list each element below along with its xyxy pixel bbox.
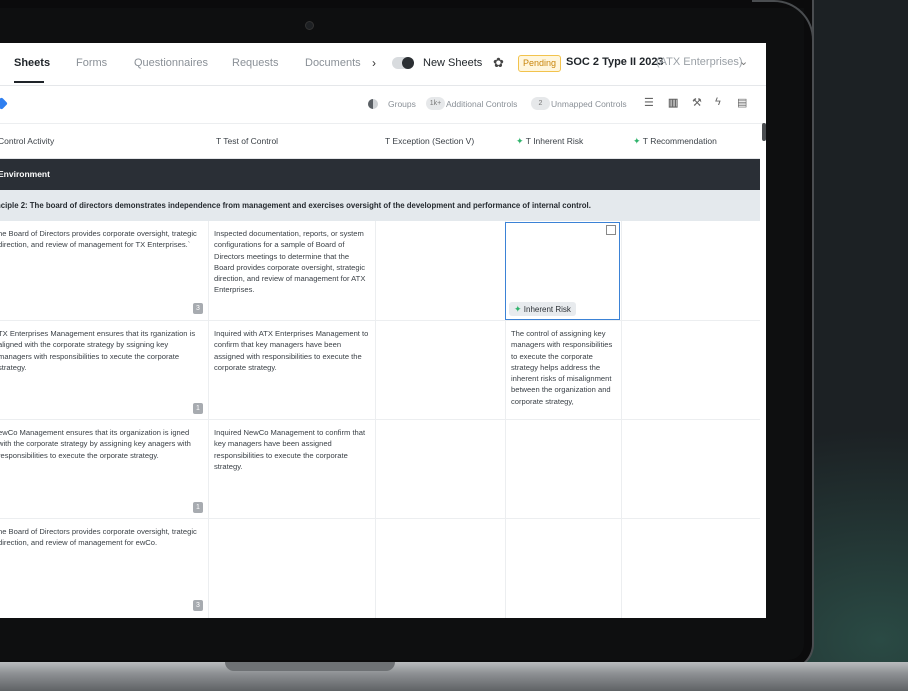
table-cell-control-activity[interactable]: he Board of Directors provides corporate… [0,228,198,251]
table-cell-test-of-control[interactable]: Inspected documentation, reports, or sys… [214,228,370,296]
table-cell-control-activity[interactable]: he Board of Directors provides corporate… [0,526,198,549]
principle-row[interactable]: nciple 2: The board of directors demonst… [0,190,760,221]
ai-sparkle-icon: ✦ [514,304,522,314]
table-cell-inherent-risk[interactable]: The control of assigning key managers wi… [511,328,619,418]
chevron-down-icon[interactable]: ⌄ [739,55,748,68]
app-screen: Sheets Forms Questionnaires Requests Doc… [0,43,766,618]
additional-count-badge: 1k+ [426,97,445,110]
column-header-recommendation[interactable]: ✦ T Recommendation [633,123,717,159]
gear-icon[interactable]: ✿ [493,55,504,71]
column-header-label: Control Activity [0,136,55,146]
tab-questionnaires[interactable]: Questionnaires [134,57,208,69]
status-badge: Pending [518,55,562,72]
column-header-label: Inherent Risk [533,136,584,146]
table-cell-control-activity[interactable]: TX Enterprises Management ensures that i… [0,328,198,373]
tag-icon[interactable] [0,97,8,110]
section-row[interactable]: Environment [0,159,760,190]
groups-toggle-icon[interactable] [368,99,378,109]
text-type-icon: T [216,136,222,146]
additional-controls-button[interactable]: Additional Controls [446,99,517,109]
column-header-label: Recommendation [650,136,717,146]
toolbar: Groups 1k+ Additional Controls 2 Unmappe… [0,85,766,124]
audit-title[interactable]: SOC 2 Type II 2023 [566,56,664,68]
count-badge[interactable]: 1 [193,502,203,513]
lightning-icon[interactable]: ϟ [715,96,721,108]
laptop-notch [225,662,395,671]
new-sheets-label: New Sheets [423,57,483,69]
count-badge[interactable]: 3 [193,600,203,611]
column-header-inherent-risk[interactable]: ✦ T Inherent Risk [516,123,583,159]
count-badge[interactable]: 3 [193,303,203,314]
column-header-control-activity[interactable]: Control Activity [0,123,54,159]
ai-sparkle-icon: ✦ [633,136,641,146]
groups-button[interactable]: Groups [388,99,416,109]
column-header-label: Exception (Section V) [392,136,475,146]
row-divider [0,320,760,321]
text-type-icon: T [385,136,391,146]
tab-requests[interactable]: Requests [232,57,278,69]
section-label: Environment [0,169,50,179]
table-cell-test-of-control[interactable]: Inquired with ATX Enterprises Management… [214,328,370,373]
new-sheets-toggle[interactable] [392,57,414,69]
top-nav: Sheets Forms Questionnaires Requests Doc… [0,43,766,86]
expand-icon[interactable] [606,225,616,235]
column-header-label: Test of Control [223,136,279,146]
row-divider [0,419,760,420]
wrench-icon[interactable]: ⚒ [692,96,702,109]
chevron-right-icon[interactable]: › [372,56,376,70]
vertical-scrollbar[interactable] [762,123,766,141]
row-divider [0,518,760,519]
table-cell-test-of-control[interactable]: Inquired NewCo Management to confirm tha… [214,427,370,472]
table-cell-control-activity[interactable]: ewCo Management ensures that its organiz… [0,427,198,461]
unmapped-count-badge: 2 [531,97,550,110]
audit-client[interactable]: (ATX Enterprises) [656,56,743,68]
columns-icon[interactable]: ▥ [668,96,678,109]
tab-forms[interactable]: Forms [76,57,107,69]
tab-sheets[interactable]: Sheets [14,57,50,69]
count-badge[interactable]: 1 [193,403,203,414]
notes-icon[interactable]: ▤ [737,96,747,109]
text-type-icon: T [642,136,648,146]
chip-label: Inherent Risk [523,305,571,314]
ai-sparkle-icon: ✦ [516,136,524,146]
filter-icon[interactable]: ☰ [644,96,654,109]
generate-inherent-risk-button[interactable]: ✦ Inherent Risk [509,302,576,316]
column-header-exception[interactable]: T Exception (Section V) [385,123,474,159]
active-tab-indicator [14,81,44,83]
unmapped-controls-button[interactable]: Unmapped Controls [551,99,627,109]
principle-label: nciple 2: The board of directors demonst… [0,201,591,210]
text-type-icon: T [525,136,531,146]
laptop-base [0,662,908,691]
camera-icon [305,21,314,30]
table-cell-inherent-risk-active[interactable]: ✦ Inherent Risk [505,222,620,320]
tab-documents[interactable]: Documents [305,57,361,69]
column-header-test-of-control[interactable]: T Test of Control [216,123,278,159]
